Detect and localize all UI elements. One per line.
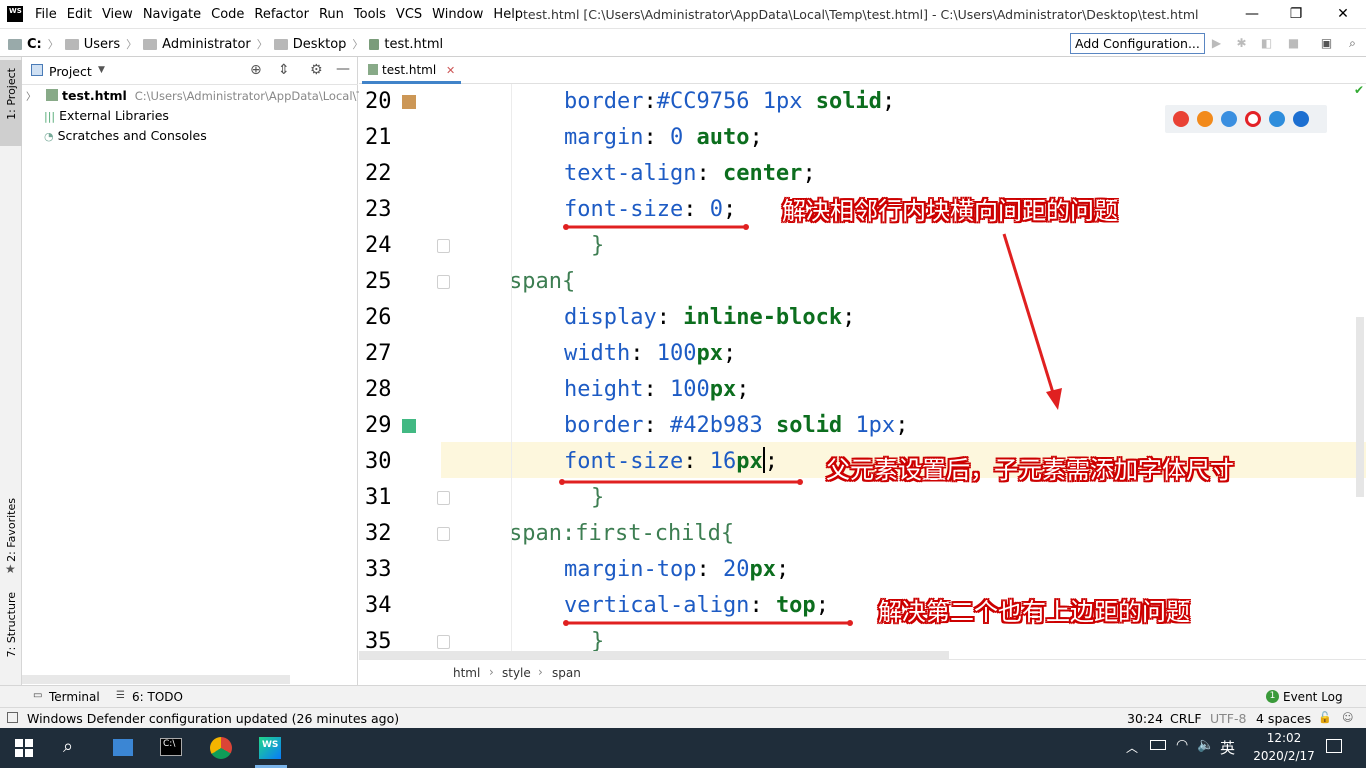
windows-start-icon[interactable] xyxy=(15,739,33,757)
search-icon[interactable]: ⌕ xyxy=(63,736,73,757)
status-bar: Windows Defender configuration updated (… xyxy=(0,707,1366,728)
todo-icon: ☰ xyxy=(116,690,125,701)
caret-position[interactable]: 30:24 xyxy=(1127,711,1163,726)
event-count-badge: 1 xyxy=(1266,690,1279,703)
file-encoding[interactable]: UTF-8 xyxy=(1210,711,1246,726)
annotation-2: 父元素设置后，子元素需添加字体尺寸 xyxy=(826,456,1234,484)
chevron-up-icon[interactable]: ︿ xyxy=(1126,739,1138,756)
inspector-icon[interactable]: ☺ xyxy=(1342,711,1353,724)
annotation-marks xyxy=(559,224,1062,626)
line-separator[interactable]: CRLF xyxy=(1170,711,1202,726)
cmd-icon[interactable]: C:\ xyxy=(160,738,182,756)
battery-icon[interactable] xyxy=(1150,740,1166,750)
annotation-1: 解决相邻行内块横向间距的问题 xyxy=(782,197,1118,225)
status-message[interactable]: Windows Defender configuration updated (… xyxy=(27,711,399,726)
terminal-icon: ▭ xyxy=(33,690,43,701)
volume-icon[interactable]: 🔈 xyxy=(1197,737,1214,753)
underline-dot xyxy=(847,620,853,626)
underline-dot xyxy=(743,224,749,230)
underline-dot xyxy=(559,479,565,485)
ime-indicator[interactable]: 英 xyxy=(1220,737,1235,758)
underline-dot xyxy=(563,620,569,626)
lock-icon[interactable]: 🔓 xyxy=(1318,711,1332,724)
arrow-head xyxy=(1046,388,1062,410)
bottom-tool-bar: ▭ Terminal ☰ 6: TODO 1 Event Log xyxy=(0,685,1366,707)
status-toggle-icon[interactable] xyxy=(7,712,18,723)
arrow-shaft xyxy=(1002,233,1056,397)
event-log-tab[interactable]: Event Log xyxy=(1283,690,1343,704)
clock-time[interactable]: 12:02 xyxy=(1259,731,1309,745)
todo-tab[interactable]: 6: TODO xyxy=(132,690,183,704)
chrome-icon[interactable] xyxy=(210,737,232,759)
windows-taskbar: ⌕ C:\ WS ︿ ◠ 🔈 英 12:02 2020/2/17 xyxy=(0,728,1366,768)
underline-dot xyxy=(797,479,803,485)
indent-setting[interactable]: 4 spaces xyxy=(1256,711,1311,726)
terminal-tab[interactable]: Terminal xyxy=(49,690,100,704)
annotation-overlay xyxy=(559,224,1062,626)
control-panel-icon[interactable] xyxy=(113,739,133,756)
underline-dot xyxy=(563,224,569,230)
notification-icon[interactable] xyxy=(1326,739,1342,753)
clock-date[interactable]: 2020/2/17 xyxy=(1251,749,1317,763)
wifi-icon[interactable]: ◠ xyxy=(1176,737,1188,753)
annotation-3: 解决第二个也有上边距的问题 xyxy=(878,598,1190,626)
webstorm-icon[interactable]: WS xyxy=(259,737,281,759)
